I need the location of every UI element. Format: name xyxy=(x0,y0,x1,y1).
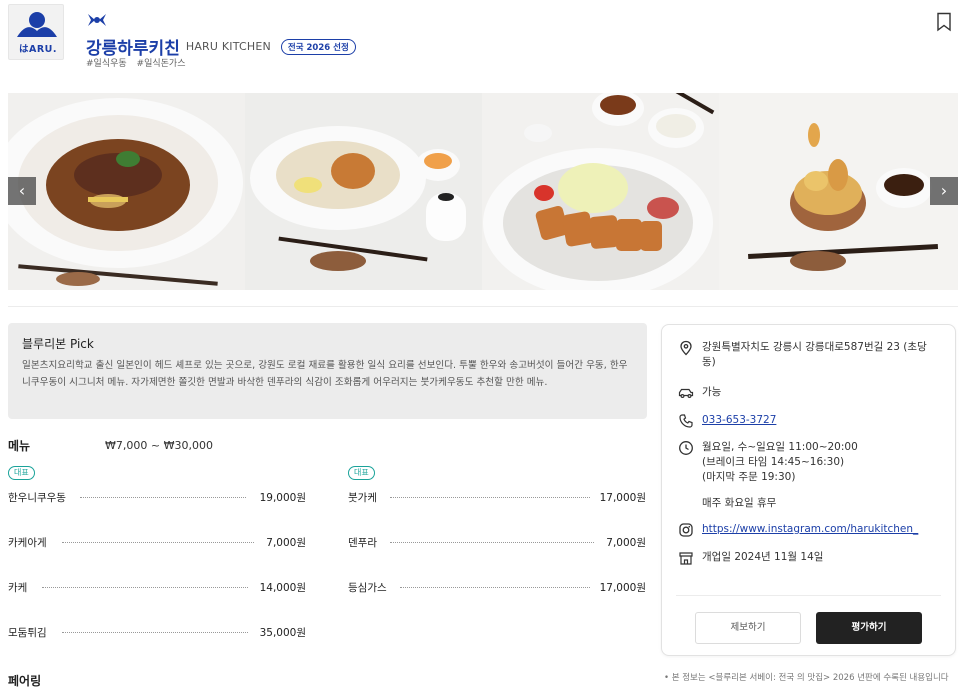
parking-row: 가능 xyxy=(678,385,721,401)
menu-leader-dots xyxy=(42,587,248,588)
menu-price-range: ₩7,000 ~ ₩30,000 xyxy=(105,439,213,452)
pick-title: 블루리본 Pick xyxy=(22,337,94,351)
photo-gallery: ‹ › xyxy=(8,93,958,290)
opened-date: 개업일 2024년 11월 14일 xyxy=(702,551,824,563)
divider xyxy=(676,595,941,596)
car-icon xyxy=(678,388,694,399)
phone-row: 033-653-3727 xyxy=(678,413,776,429)
hours-break: (브레이크 타임 14:45~16:30) xyxy=(702,456,845,468)
menu-item: 등심가스 17,000원 xyxy=(348,580,646,600)
parking-text: 가능 xyxy=(702,386,722,398)
menu-item-price: 35,000원 xyxy=(259,627,306,639)
pairing-title: 페어링 xyxy=(8,674,42,688)
hours-last-order: (마지막 주문 19:30) xyxy=(702,471,796,483)
menu-item-price: 7,000원 xyxy=(606,537,646,549)
tag[interactable]: #일식우동 xyxy=(86,59,127,69)
gallery-next-button[interactable]: › xyxy=(930,177,958,205)
menu-leader-dots xyxy=(390,542,594,543)
menu-item-name: 카케아게 xyxy=(8,537,47,549)
menu-item-price: 14,000원 xyxy=(259,582,306,594)
instagram-link[interactable]: https://www.instagram.com/harukitchen_ xyxy=(702,522,918,537)
location-pin-icon xyxy=(680,340,692,356)
menu-item-price: 19,000원 xyxy=(259,492,306,504)
opened-row: 개업일 2024년 11월 14일 xyxy=(678,550,823,566)
menu-item: 모둠튀김 35,000원 xyxy=(8,625,306,645)
info-card: 강원특별자치도 강릉시 강릉대로587번길 23 (초당동) 가능 033-65… xyxy=(661,324,956,656)
blue-ribbon-icon xyxy=(88,14,106,26)
menu-item: 대표 한우니쿠우동 19,000원 xyxy=(8,466,306,510)
divider xyxy=(8,306,958,307)
menu-item-name: 덴푸라 xyxy=(348,537,377,549)
menu-leader-dots xyxy=(390,497,590,498)
hours-main: 월요일, 수~일요일 11:00~20:00 xyxy=(702,441,858,453)
menu-item-name: 붓가케 xyxy=(348,492,377,504)
representative-badge: 대표 xyxy=(8,466,35,480)
instagram-row: https://www.instagram.com/harukitchen_ xyxy=(678,522,918,538)
menu-item: 대표 붓가케 17,000원 xyxy=(348,466,646,510)
restaurant-logo: はARU. xyxy=(8,4,64,60)
tag[interactable]: #일식돈가스 xyxy=(137,59,186,69)
menu-item-price: 7,000원 xyxy=(266,537,306,549)
gallery-prev-button[interactable]: ‹ xyxy=(8,177,36,205)
restaurant-name-en: HARU KITCHEN xyxy=(185,40,271,53)
gallery-photo[interactable] xyxy=(245,93,482,290)
gallery-photo[interactable] xyxy=(719,93,958,290)
logo-text: はARU. xyxy=(19,44,57,55)
menu-leader-dots xyxy=(80,497,246,498)
menu-item: 카케 14,000원 xyxy=(8,580,306,600)
menu-title: 메뉴 xyxy=(8,439,31,453)
menu-item-name: 등심가스 xyxy=(348,582,387,594)
gallery-photo[interactable] xyxy=(8,93,245,290)
menu-item: 덴푸라 7,000원 xyxy=(348,535,646,555)
menu-item-name: 한우니쿠우동 xyxy=(8,492,66,504)
store-icon xyxy=(679,552,693,565)
clock-icon xyxy=(679,441,693,455)
hours-row: 월요일, 수~일요일 11:00~20:00 (브레이크 타임 14:45~16… xyxy=(678,440,858,511)
bookmark-icon[interactable] xyxy=(935,12,953,32)
menu-leader-dots xyxy=(62,632,248,633)
holiday-text: 매주 화요일 휴무 xyxy=(702,497,777,509)
menu-item-name: 카케 xyxy=(8,582,28,594)
phone-icon xyxy=(679,414,693,428)
blue-ribbon-pick: 블루리본 Pick 일본츠지요리학교 출신 일본인이 헤드 셰프로 있는 곳으로… xyxy=(8,323,647,419)
pick-description: 일본츠지요리학교 출신 일본인이 헤드 셰프로 있는 곳으로, 강원도 로컬 재… xyxy=(22,360,628,388)
menu-leader-dots xyxy=(400,587,590,588)
address-text: 강원특별자치도 강릉시 강릉대로587번길 23 (초당동) xyxy=(702,341,927,368)
menu-item-price: 17,000원 xyxy=(599,582,646,594)
report-button[interactable]: 제보하기 xyxy=(695,612,801,644)
rate-button[interactable]: 평가하기 xyxy=(816,612,922,644)
selection-badge: 전국 2026 선정 xyxy=(280,38,356,55)
menu-item: 카케아게 7,000원 xyxy=(8,535,306,555)
representative-badge: 대표 xyxy=(348,466,375,480)
gallery-photo[interactable] xyxy=(482,93,719,290)
menu-item-price: 17,000원 xyxy=(599,492,646,504)
source-notice: • 본 정보는 <블루리본 서베이: 전국 의 맛집> 2026 년판에 수록된… xyxy=(664,673,949,683)
phone-link[interactable]: 033-653-3727 xyxy=(702,413,776,428)
menu-header: 메뉴 ₩7,000 ~ ₩30,000 xyxy=(8,437,213,454)
tag-list: #일식우동 #일식돈가스 xyxy=(86,56,193,69)
address-row: 강원특별자치도 강릉시 강릉대로587번길 23 (초당동) xyxy=(678,340,940,370)
hours-block: 월요일, 수~일요일 11:00~20:00 (브레이크 타임 14:45~16… xyxy=(702,440,858,511)
menu-item-name: 모둠튀김 xyxy=(8,627,47,639)
restaurant-header: はARU. 강릉하루키친 HARU KITCHEN 전국 2026 선정 #일식… xyxy=(8,4,958,74)
menu-leader-dots xyxy=(62,542,254,543)
instagram-icon xyxy=(679,523,693,537)
